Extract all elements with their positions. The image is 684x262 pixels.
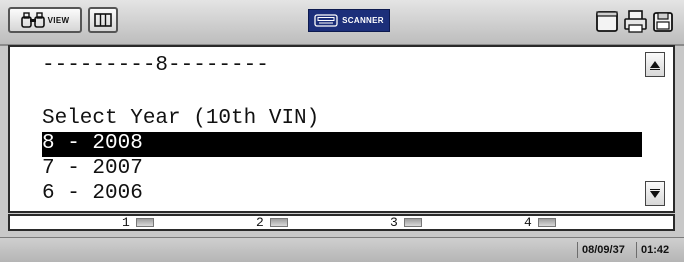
print-icon (624, 10, 647, 33)
function-key-3[interactable]: 3 (390, 215, 422, 230)
function-key-label: 1 (122, 215, 130, 230)
split-view-button[interactable] (88, 7, 118, 33)
split-view-icon (94, 13, 112, 27)
scroll-up-button[interactable] (645, 52, 665, 77)
function-key-1[interactable]: 1 (122, 215, 154, 230)
list-item-selected[interactable]: 8 - 2008 (42, 132, 642, 157)
function-key-indicator (537, 218, 556, 227)
window-icon (596, 11, 618, 32)
list-item-label: 6 - 2006 (42, 182, 143, 205)
function-key-indicator (403, 218, 422, 227)
window-button[interactable] (595, 9, 620, 34)
function-key-label: 2 (256, 215, 264, 230)
list-item-label: 7 - 2007 (42, 157, 143, 180)
scanner-icon (314, 14, 338, 27)
function-key-label: 3 (390, 215, 398, 230)
save-icon (653, 12, 673, 32)
header-line: ---------8-------- (42, 54, 269, 77)
function-key-indicator (269, 218, 288, 227)
function-key-bar: 1 2 3 4 (8, 214, 675, 231)
status-bar: 08/09/37 01:42 (0, 237, 684, 262)
top-toolbar: VIEW SCANNER (0, 0, 684, 46)
list-item[interactable]: 6 - 2006 (42, 182, 642, 207)
scanner-label: SCANNER (342, 16, 384, 25)
function-key-4[interactable]: 4 (524, 215, 556, 230)
list-item-label: 8 - 2008 (42, 132, 143, 155)
binoculars-icon (20, 12, 45, 28)
function-key-indicator (135, 218, 154, 227)
list-item[interactable]: 7 - 2007 (42, 157, 642, 182)
status-time: 01:42 (636, 242, 669, 258)
function-key-label: 4 (524, 215, 532, 230)
save-button[interactable] (651, 9, 684, 34)
status-date: 08/09/37 (577, 242, 625, 258)
scroll-up-icon (650, 60, 660, 70)
scroll-down-button[interactable] (645, 181, 665, 206)
print-button[interactable] (623, 9, 648, 34)
scanner-screen: ---------8-------- Select Year (10th VIN… (8, 45, 675, 213)
view-label: VIEW (47, 15, 70, 25)
prompt-text: Select Year (10th VIN) (42, 107, 320, 130)
function-key-2[interactable]: 2 (256, 215, 288, 230)
scroll-down-icon (650, 188, 660, 198)
view-button[interactable]: VIEW (8, 7, 82, 33)
scanner-badge: SCANNER (308, 9, 390, 32)
